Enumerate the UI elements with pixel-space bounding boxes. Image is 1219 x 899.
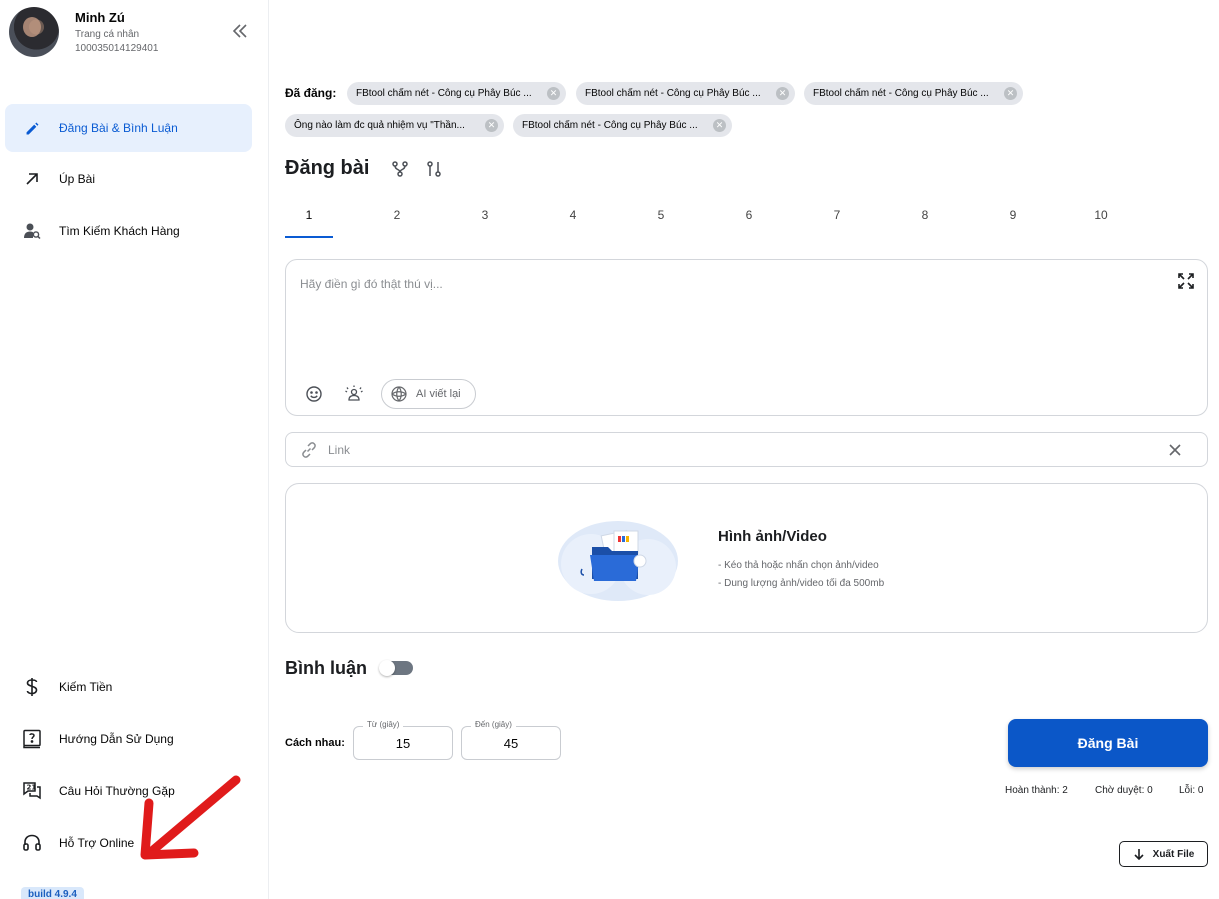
collapse-sidebar-icon[interactable] bbox=[231, 22, 249, 40]
build-badge: build 4.9.4 bbox=[21, 887, 84, 899]
tab-1[interactable]: 1 bbox=[285, 198, 333, 238]
chip-label: FBtool chấm nét - Công cụ Phây Búc ... bbox=[522, 120, 698, 131]
posted-chip[interactable]: Ông nào làm đc quả nhiệm vụ "Thần... ✕ bbox=[285, 114, 504, 137]
tab-2[interactable]: 2 bbox=[373, 198, 421, 238]
posted-chip[interactable]: FBtool chấm nét - Công cụ Phây Búc ... ✕ bbox=[804, 82, 1023, 105]
remove-chip-icon[interactable]: ✕ bbox=[1004, 87, 1017, 100]
sidebar-item-label: Đăng Bài & Bình Luận bbox=[59, 121, 178, 135]
posted-chip[interactable]: FBtool chấm nét - Công cụ Phây Búc ... ✕ bbox=[347, 82, 566, 105]
profile-card[interactable]: Minh Zú Trang cá nhân 100035014129401 bbox=[9, 7, 158, 57]
tab-10[interactable]: 10 bbox=[1077, 198, 1125, 238]
sidebar-item-find-customers[interactable]: Tìm Kiếm Khách Hàng bbox=[5, 207, 252, 255]
stat-error: Lỗi: 0 bbox=[1179, 785, 1204, 796]
page-title: Đăng bài bbox=[285, 157, 370, 179]
sidebar-item-up-post[interactable]: Úp Bài bbox=[5, 155, 252, 203]
post-tabs: 1 2 3 4 5 6 7 8 9 10 bbox=[285, 198, 1145, 240]
faq-icon: 21 bbox=[22, 781, 42, 801]
delay-label: Cách nhau: bbox=[285, 737, 345, 749]
posted-chip[interactable]: FBtool chấm nét - Công cụ Phây Búc ... ✕ bbox=[513, 114, 732, 137]
tab-5[interactable]: 5 bbox=[637, 198, 685, 238]
tab-6[interactable]: 6 bbox=[725, 198, 773, 238]
sidebar-item-label: Hỗ Trợ Online bbox=[59, 836, 135, 850]
upload-folder-illustration bbox=[558, 521, 678, 601]
delay-from-value: 15 bbox=[395, 736, 411, 751]
arrow-up-right-icon bbox=[22, 169, 42, 189]
arrow-down-icon bbox=[1134, 849, 1144, 860]
user-search-icon bbox=[22, 221, 42, 241]
help-book-icon bbox=[22, 729, 42, 749]
sidebar-item-label: Úp Bài bbox=[59, 172, 96, 186]
ai-rewrite-button[interactable]: AI viết lại bbox=[381, 379, 476, 409]
export-label: Xuất File bbox=[1152, 848, 1195, 860]
media-hint-2: - Dung lượng ảnh/video tối đa 500mb bbox=[718, 578, 885, 589]
chip-label: Ông nào làm đc quả nhiệm vụ "Thần... bbox=[294, 120, 465, 131]
remove-chip-icon[interactable]: ✕ bbox=[776, 87, 789, 100]
post-textarea-placeholder[interactable]: Hãy điền gì đó thật thú vị... bbox=[300, 277, 443, 291]
expand-icon[interactable] bbox=[1177, 272, 1195, 290]
tab-9[interactable]: 9 bbox=[989, 198, 1037, 238]
tab-7[interactable]: 7 bbox=[813, 198, 861, 238]
reorder-icon[interactable] bbox=[425, 160, 443, 178]
branch-icon[interactable] bbox=[391, 160, 409, 178]
annotation-arrow-icon bbox=[140, 775, 241, 860]
sidebar: Minh Zú Trang cá nhân 100035014129401 Đă… bbox=[0, 0, 269, 899]
sidebar-item-label: Kiếm Tiền bbox=[59, 680, 113, 694]
chip-label: FBtool chấm nét - Công cụ Phây Búc ... bbox=[356, 88, 532, 99]
chip-label: FBtool chấm nét - Công cụ Phây Búc ... bbox=[585, 88, 761, 99]
delay-to-value: 45 bbox=[503, 736, 519, 751]
posted-chip[interactable]: FBtool chấm nét - Công cụ Phây Búc ... ✕ bbox=[576, 82, 795, 105]
profile-id: 100035014129401 bbox=[75, 43, 159, 54]
stat-done: Hoàn thành: 2 bbox=[1005, 785, 1068, 796]
chip-label: FBtool chấm nét - Công cụ Phây Búc ... bbox=[813, 88, 989, 99]
media-upload-dropzone[interactable]: Hình ảnh/Video - Kéo thả hoặc nhấn chọn … bbox=[285, 483, 1208, 633]
post-composer[interactable]: Hãy điền gì đó thật thú vị... AI viết lạ… bbox=[285, 259, 1208, 416]
avatar[interactable] bbox=[9, 7, 59, 57]
profile-subtitle: Trang cá nhân bbox=[75, 29, 140, 40]
tab-8[interactable]: 8 bbox=[901, 198, 949, 238]
toggle-knob bbox=[379, 660, 395, 676]
media-title: Hình ảnh/Video bbox=[718, 528, 827, 545]
ai-sparkle-icon bbox=[391, 386, 407, 402]
remove-chip-icon[interactable]: ✕ bbox=[485, 119, 498, 132]
sidebar-item-earn-money[interactable]: Kiếm Tiền bbox=[5, 663, 252, 711]
submit-post-button[interactable]: Đăng Bài bbox=[1008, 719, 1208, 767]
delay-from-input[interactable]: Từ (giây) 15 bbox=[353, 719, 453, 760]
remove-chip-icon[interactable]: ✕ bbox=[713, 119, 726, 132]
delay-from-caption: Từ (giây) bbox=[363, 719, 404, 731]
comment-title: Bình luận bbox=[285, 658, 367, 678]
svg-text:21: 21 bbox=[27, 784, 37, 792]
clear-link-icon[interactable] bbox=[1167, 442, 1183, 458]
media-hint-1: - Kéo thả hoặc nhấn chọn ảnh/video bbox=[718, 560, 879, 571]
remove-chip-icon[interactable]: ✕ bbox=[547, 87, 560, 100]
pencil-icon bbox=[22, 118, 42, 138]
posted-label: Đã đăng: bbox=[285, 86, 337, 100]
ai-rewrite-label: AI viết lại bbox=[416, 388, 461, 400]
export-file-button[interactable]: Xuất File bbox=[1119, 841, 1208, 867]
delay-to-input[interactable]: Đến (giây) 45 bbox=[461, 719, 561, 760]
headset-icon bbox=[22, 833, 42, 853]
tab-4[interactable]: 4 bbox=[549, 198, 597, 238]
sidebar-item-label: Hướng Dẫn Sử Dụng bbox=[59, 732, 174, 746]
emoji-icon[interactable] bbox=[304, 384, 324, 404]
mention-people-icon[interactable] bbox=[344, 384, 364, 404]
sidebar-item-user-guide[interactable]: Hướng Dẫn Sử Dụng bbox=[5, 715, 252, 763]
link-placeholder[interactable]: Link bbox=[328, 443, 350, 457]
main-content: Đã đăng: FBtool chấm nét - Công cụ Phây … bbox=[285, 0, 1208, 899]
comment-toggle[interactable] bbox=[379, 660, 419, 676]
link-input[interactable]: Link bbox=[285, 432, 1208, 467]
delay-to-caption: Đến (giây) bbox=[471, 719, 516, 731]
profile-name: Minh Zú bbox=[75, 10, 125, 25]
tab-3[interactable]: 3 bbox=[461, 198, 509, 238]
dollar-icon bbox=[22, 677, 42, 697]
stat-pending: Chờ duyệt: 0 bbox=[1095, 785, 1153, 796]
link-icon bbox=[302, 442, 316, 458]
sidebar-item-label: Tìm Kiếm Khách Hàng bbox=[59, 224, 180, 238]
sidebar-item-post-comment[interactable]: Đăng Bài & Bình Luận bbox=[5, 104, 252, 152]
